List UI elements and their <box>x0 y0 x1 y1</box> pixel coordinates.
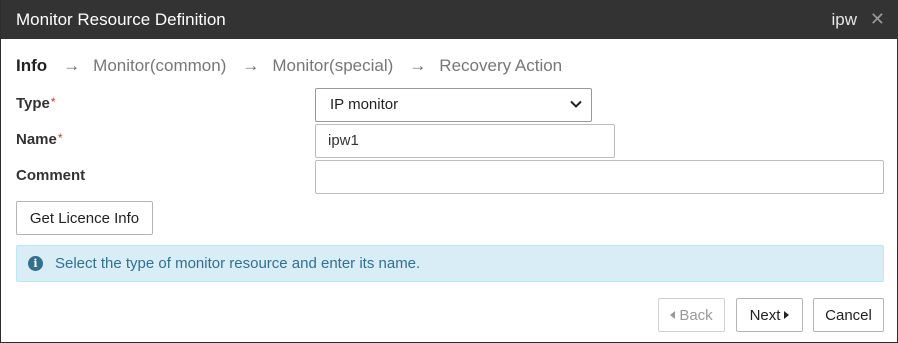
comment-input[interactable] <box>315 160 884 194</box>
arrow-right-icon: → <box>63 56 81 75</box>
step-monitor-common: Monitor(common) <box>93 56 227 75</box>
type-select-value: IP monitor <box>330 96 399 113</box>
arrow-right-icon: → <box>242 56 260 75</box>
back-label: Back <box>679 306 713 324</box>
get-licence-info-label: Get Licence Info <box>29 209 140 227</box>
caret-right-icon <box>784 311 790 319</box>
comment-label: Comment <box>16 167 86 184</box>
chevron-down-icon <box>570 100 582 108</box>
name-label-text: Name <box>16 131 57 148</box>
required-marker: * <box>50 95 56 109</box>
info-icon: i <box>28 256 43 271</box>
name-input[interactable]: ipw1 <box>315 124 615 158</box>
cancel-label: Cancel <box>825 306 872 324</box>
back-button[interactable]: Back <box>658 298 725 332</box>
type-label: Type* <box>16 95 56 112</box>
name-label: Name* <box>16 131 63 148</box>
cancel-button[interactable]: Cancel <box>813 298 884 332</box>
monitor-resource-dialog: Monitor Resource Definition ipw ✕ Info →… <box>0 0 898 343</box>
step-info: Info <box>16 56 48 75</box>
type-label-text: Type <box>16 95 50 112</box>
wizard-steps: Info → Monitor(common) → Monitor(special… <box>16 55 562 77</box>
type-select[interactable]: IP monitor <box>315 88 592 122</box>
step-recovery-action: Recovery Action <box>439 56 563 75</box>
close-icon[interactable]: ✕ <box>870 9 885 29</box>
arrow-right-icon: → <box>409 56 427 75</box>
name-input-value: ipw1 <box>328 132 359 149</box>
info-alert-message: Select the type of monitor resource and … <box>55 255 421 272</box>
required-marker: * <box>57 131 63 145</box>
resource-name-label: ipw <box>831 10 857 29</box>
info-alert: i Select the type of monitor resource an… <box>16 245 884 282</box>
next-button[interactable]: Next <box>736 298 803 332</box>
caret-left-icon <box>670 311 676 319</box>
dialog-titlebar: Monitor Resource Definition ipw ✕ <box>1 0 898 39</box>
step-monitor-special: Monitor(special) <box>272 56 394 75</box>
get-licence-info-button[interactable]: Get Licence Info <box>16 201 153 235</box>
next-label: Next <box>749 306 781 324</box>
dialog-title: Monitor Resource Definition <box>16 10 226 29</box>
